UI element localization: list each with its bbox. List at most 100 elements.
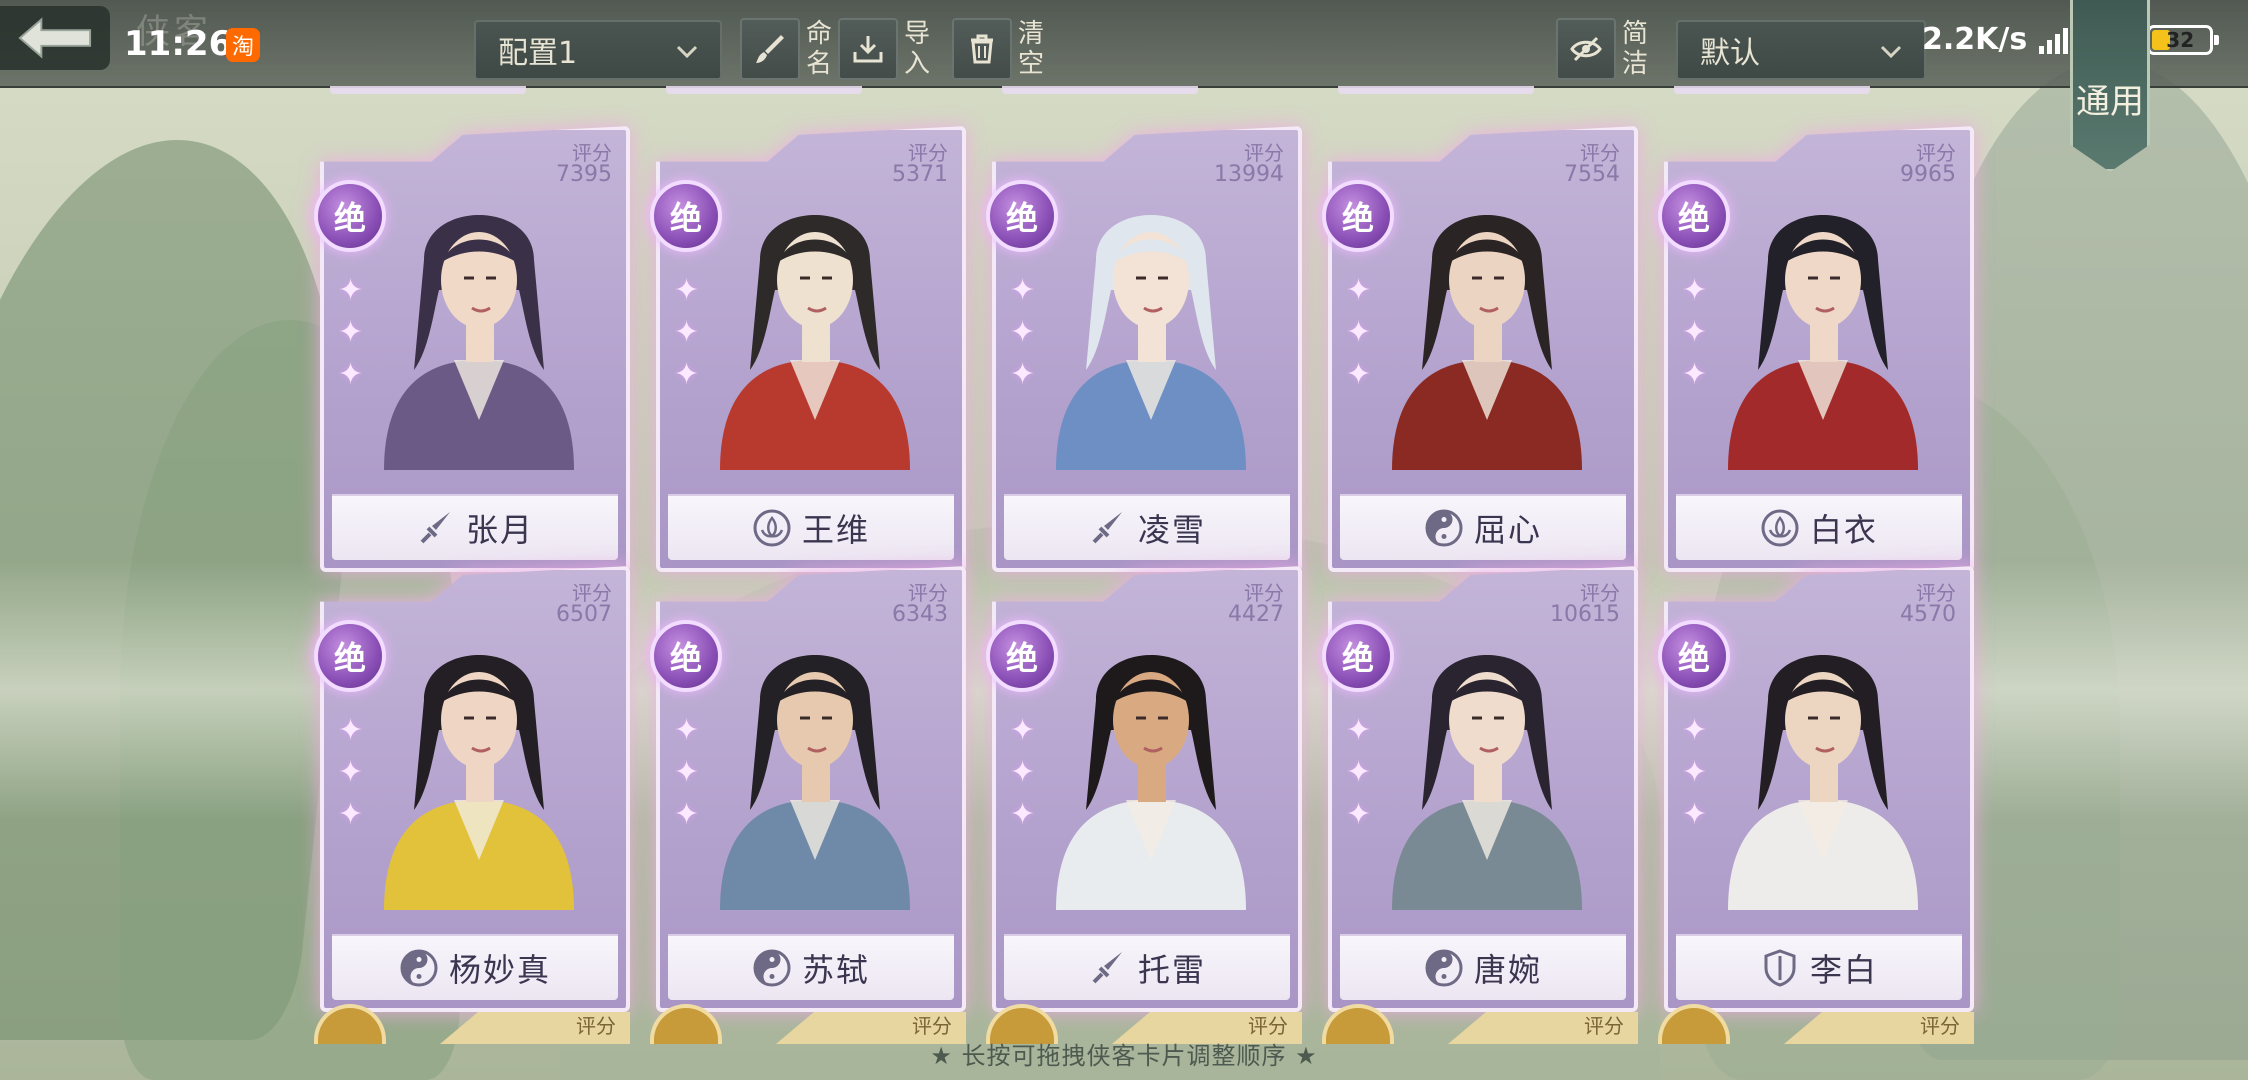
sword-star-icon: ✦: [338, 357, 364, 392]
previous-row-card-edge: [1002, 86, 1198, 94]
hero-card[interactable]: 评分 4427 ✦ ✦ ✦ 托雷 绝: [986, 566, 1302, 1012]
sword-sect-icon: [1092, 512, 1122, 544]
rating-label: 评分: [1244, 581, 1284, 605]
drag-hint: ★ 长按可拖拽侠客卡片调整顺序 ★: [930, 1042, 1318, 1070]
simple-view-label: 简洁: [1621, 19, 1648, 79]
rating-value: 7554: [1564, 162, 1620, 187]
hero-nameplate: 白衣: [1676, 494, 1962, 560]
sword-star-icon: ✦: [1682, 797, 1708, 832]
sort-select[interactable]: 默认: [1676, 20, 1926, 80]
shield-sect-icon: [1764, 949, 1796, 987]
sword-star-icon: ✦: [1346, 315, 1372, 350]
rating-label: 评分: [1584, 1014, 1624, 1038]
lotus-sect-icon: [1761, 509, 1799, 547]
simple-view-button[interactable]: 简洁: [1556, 18, 1650, 80]
rating-block: 评分 7395: [556, 142, 612, 186]
hero-card[interactable]: 评分 7395 ✦ ✦ ✦ 张月 绝: [314, 126, 630, 572]
clear-button[interactable]: 清空: [952, 18, 1046, 80]
previous-row-card-edge: [330, 86, 526, 94]
star-swords: ✦ ✦ ✦: [338, 270, 368, 396]
sword-star-icon: ✦: [674, 755, 700, 790]
star-swords: ✦ ✦ ✦: [1010, 270, 1040, 396]
star-swords: ✦ ✦ ✦: [1682, 270, 1712, 396]
rating-value: 10615: [1550, 602, 1620, 627]
tab-common[interactable]: 通用: [2070, 0, 2150, 172]
sort-select-value: 默认: [1700, 36, 1760, 71]
hero-card[interactable]: 评分 13994 ✦ ✦ ✦ 凌雪 绝: [986, 126, 1302, 572]
hero-name: 凌雪: [1137, 511, 1206, 549]
sword-star-icon: ✦: [1682, 273, 1708, 308]
rating-label: 评分: [908, 581, 948, 605]
hero-nameplate: 凌雪: [1004, 494, 1290, 560]
top-bar: 侠客 11:26 淘 配置1 命名 导入 清空 简洁 默认 2.2K/s 32: [0, 0, 2248, 88]
hero-card[interactable]: 评分 4570 ✦ ✦ ✦ 李白 绝: [1658, 566, 1974, 1012]
hero-name: 李白: [1809, 951, 1878, 989]
rating-block: 评分 4570: [1900, 582, 1956, 626]
sword-star-icon: ✦: [338, 315, 364, 350]
grade-badge: 绝: [986, 620, 1058, 692]
sword-star-icon: ✦: [674, 357, 700, 392]
rating-value: 4427: [1228, 602, 1284, 627]
import-button[interactable]: 导入: [838, 18, 932, 80]
taiji-sect-icon: [400, 949, 438, 987]
hero-nameplate: 唐婉: [1340, 934, 1626, 1000]
grade-badge: 绝: [986, 180, 1058, 252]
sword-star-icon: ✦: [1346, 755, 1372, 790]
grade-badge: 绝: [650, 620, 722, 692]
rating-label: 评分: [1916, 581, 1956, 605]
hero-card[interactable]: 评分 10615 ✦ ✦ ✦ 唐婉 绝: [1322, 566, 1638, 1012]
hero-nameplate: 托雷: [1004, 934, 1290, 1000]
hero-name: 苏轼: [801, 951, 870, 989]
hero-card[interactable]: 评分 5371 ✦ ✦ ✦ 王维 绝: [650, 126, 966, 572]
hero-card[interactable]: 评分 6343 ✦ ✦ ✦ 苏轼 绝: [650, 566, 966, 1012]
rating-value: 6507: [556, 602, 612, 627]
star-swords: ✦ ✦ ✦: [1346, 710, 1376, 836]
hero-name: 杨妙真: [448, 951, 551, 989]
hero-name: 屈心: [1473, 511, 1542, 549]
star-swords: ✦ ✦ ✦: [338, 710, 368, 836]
lotus-sect-icon: [753, 509, 791, 547]
sword-sect-icon: [420, 512, 450, 544]
rating-label: 评分: [912, 1014, 952, 1038]
rating-block: 评分 13994: [1214, 142, 1284, 186]
eye-hidden-icon: [1570, 36, 1602, 62]
sword-star-icon: ✦: [338, 273, 364, 308]
sword-star-icon: ✦: [338, 797, 364, 832]
sword-star-icon: ✦: [1010, 797, 1036, 832]
previous-row-card-edge: [666, 86, 862, 94]
sword-star-icon: ✦: [674, 797, 700, 832]
system-status: 2.2K/s 32: [1922, 22, 2220, 57]
rating-block: 评分 9965: [1900, 142, 1956, 186]
rating-block: 评分 5371: [892, 142, 948, 186]
rating-value: 7395: [556, 162, 612, 187]
sword-star-icon: ✦: [674, 315, 700, 350]
battery-level: 32: [2166, 27, 2195, 52]
sword-star-icon: ✦: [1010, 315, 1036, 350]
star-swords: ✦ ✦ ✦: [1682, 710, 1712, 836]
hero-card[interactable]: 评分 9965 ✦ ✦ ✦ 白衣 绝: [1658, 126, 1974, 572]
hero-nameplate: 王维: [668, 494, 954, 560]
grade-badge: 绝: [1322, 180, 1394, 252]
sword-star-icon: ✦: [1010, 357, 1036, 392]
grade-badge: 绝: [1322, 620, 1394, 692]
hero-card[interactable]: 评分 6507 ✦ ✦ ✦ 杨妙真 绝: [314, 566, 630, 1012]
config-select[interactable]: 配置1: [474, 20, 722, 80]
back-button[interactable]: [0, 6, 110, 70]
hero-card[interactable]: 评分 7554 ✦ ✦ ✦ 屈心 绝: [1322, 126, 1638, 572]
clear-label: 清空: [1017, 19, 1044, 79]
hero-nameplate: 李白: [1676, 934, 1962, 1000]
rename-label: 命名: [805, 19, 832, 79]
rating-label: 评分: [1916, 141, 1956, 165]
rating-label: 评分: [1248, 1014, 1288, 1038]
rating-value: 4570: [1900, 602, 1956, 627]
rating-value: 5371: [892, 162, 948, 187]
sword-star-icon: ✦: [674, 273, 700, 308]
rating-label: 评分: [908, 141, 948, 165]
download-icon: [853, 36, 883, 63]
rating-label: 评分: [572, 141, 612, 165]
rating-block: 评分 4427: [1228, 582, 1284, 626]
rename-button[interactable]: 命名: [740, 18, 834, 80]
hero-nameplate: 屈心: [1340, 494, 1626, 560]
sword-star-icon: ✦: [1346, 797, 1372, 832]
chevron-down-icon: [676, 45, 698, 59]
